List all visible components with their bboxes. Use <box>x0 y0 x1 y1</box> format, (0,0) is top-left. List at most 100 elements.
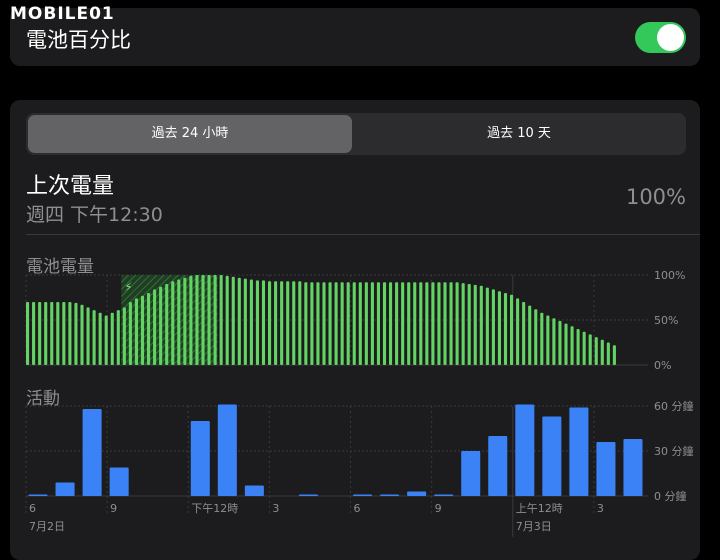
battery-bar <box>473 284 477 365</box>
battery-bar <box>552 318 556 365</box>
battery-bar <box>207 275 211 365</box>
battery-bar <box>134 298 138 365</box>
battery-bar <box>44 302 48 365</box>
battery-bar <box>86 307 90 365</box>
activity-bar <box>82 409 102 496</box>
battery-bar <box>334 282 338 365</box>
battery-bar <box>292 281 296 365</box>
battery-bar <box>122 307 126 365</box>
battery-bar <box>431 282 435 365</box>
battery-bar <box>201 275 205 365</box>
battery-bar <box>261 280 266 365</box>
x-axis-label: 3 <box>597 502 604 515</box>
battery-bar <box>382 282 387 365</box>
activity-bar <box>542 416 562 496</box>
battery-bar <box>243 278 247 365</box>
battery-bar <box>56 302 60 365</box>
battery-bar <box>32 302 36 365</box>
x-axis-label: 上午12時 <box>516 502 563 515</box>
activity-bar <box>190 421 210 496</box>
activity-bar <box>488 436 508 496</box>
battery-bar <box>231 276 235 365</box>
battery-bar <box>74 302 78 365</box>
battery-bar <box>528 305 532 365</box>
battery-bar <box>68 302 72 365</box>
battery-y-label: 50% <box>654 314 678 327</box>
watermark-logo: MOBILE01 <box>10 4 115 24</box>
battery-bar <box>310 282 314 365</box>
battery-y-label: 100% <box>654 269 685 282</box>
battery-bar <box>522 302 526 365</box>
battery-bar <box>449 282 453 365</box>
bolt-icon: ⚡ <box>124 280 132 294</box>
battery-bar <box>491 289 495 365</box>
battery-bar <box>50 302 54 365</box>
battery-bar <box>225 275 229 365</box>
activity-bar <box>55 482 75 496</box>
battery-bar <box>413 282 417 365</box>
battery-bar <box>147 293 151 365</box>
battery-bar <box>171 281 175 365</box>
activity-bar <box>353 494 373 496</box>
battery-bar <box>340 282 344 365</box>
battery-bar <box>298 281 302 365</box>
battery-bar <box>485 287 489 365</box>
battery-bar <box>213 275 217 365</box>
battery-bar <box>62 302 66 365</box>
activity-y-label: 60 分鐘 <box>654 399 694 413</box>
x-axis-label: 下午12時 <box>191 502 238 515</box>
activity-y-label: 0 分鐘 <box>654 489 687 503</box>
battery-bar <box>98 312 102 365</box>
battery-bar <box>177 279 181 365</box>
battery-bar <box>612 345 616 365</box>
activity-bar <box>596 442 616 496</box>
battery-bar <box>461 283 465 365</box>
battery-bar <box>558 320 562 365</box>
battery-bar <box>503 293 508 365</box>
activity-y-label: 30 分鐘 <box>654 444 694 458</box>
battery-bar <box>546 315 550 365</box>
battery-bar <box>467 284 471 365</box>
battery-bar <box>419 282 423 365</box>
battery-bar <box>183 277 187 365</box>
battery-bar <box>153 289 157 365</box>
battery-bar <box>110 312 114 365</box>
battery-bar <box>92 310 96 365</box>
battery-bar <box>140 295 145 365</box>
activity-bar <box>298 494 318 496</box>
battery-bar <box>395 282 399 365</box>
battery-bar <box>26 302 30 365</box>
activity-bar <box>244 485 264 496</box>
date-label: 7月3日 <box>516 520 552 533</box>
battery-bar <box>582 331 586 365</box>
activity-bar <box>623 439 643 496</box>
battery-bar <box>346 282 350 365</box>
battery-bar <box>576 329 580 365</box>
activity-bar <box>461 451 481 496</box>
battery-bar <box>606 342 610 365</box>
battery-bar <box>594 337 598 365</box>
activity-bar <box>28 494 48 496</box>
battery-bar <box>479 285 483 365</box>
battery-bar <box>437 282 441 365</box>
battery-bar <box>352 282 356 365</box>
battery-bar <box>274 281 278 365</box>
battery-bar <box>165 284 169 365</box>
battery-bar <box>322 282 326 365</box>
battery-bar <box>401 282 405 365</box>
battery-bar <box>389 282 393 365</box>
battery-bar <box>104 315 108 365</box>
battery-bar <box>328 282 332 365</box>
battery-bar <box>600 339 604 365</box>
battery-bar <box>286 281 290 365</box>
battery-bar <box>195 275 199 365</box>
x-axis-label: 6 <box>354 502 361 515</box>
activity-bar <box>515 404 535 496</box>
activity-bar <box>434 494 454 496</box>
battery-bar <box>516 298 520 365</box>
battery-bar <box>570 326 574 365</box>
battery-bar <box>159 286 163 365</box>
x-axis-label: 6 <box>29 502 36 515</box>
battery-bar <box>425 282 429 365</box>
battery-bar <box>80 304 84 365</box>
